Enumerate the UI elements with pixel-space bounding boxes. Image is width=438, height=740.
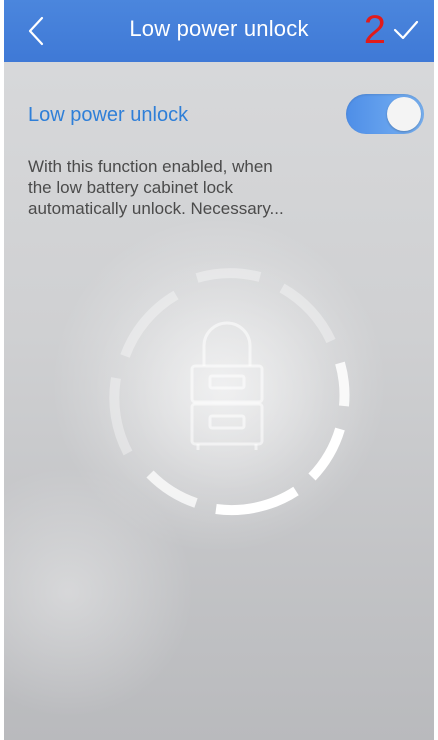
setting-label: Low power unlock bbox=[28, 104, 189, 126]
toggle-knob[interactable] bbox=[387, 97, 421, 131]
navigation-bar: Low power unlock 2 bbox=[4, 0, 434, 62]
annotation-badge: 2 bbox=[363, 8, 386, 52]
check-icon[interactable] bbox=[392, 18, 420, 42]
app-screen: Low power unlock 2 Low power unlock With… bbox=[4, 0, 434, 740]
description-line-1: With this function enabled, when bbox=[28, 157, 273, 176]
cabinet-lock-icon bbox=[190, 321, 264, 450]
low-power-unlock-toggle[interactable] bbox=[346, 94, 424, 134]
low-power-unlock-row[interactable]: Low power unlock bbox=[4, 86, 434, 142]
description-line-3: automatically unlock. Necessary... bbox=[28, 199, 284, 218]
description-line-2: the low battery cabinet lock bbox=[28, 178, 234, 197]
setting-description: With this function enabled, when the low… bbox=[28, 156, 418, 219]
